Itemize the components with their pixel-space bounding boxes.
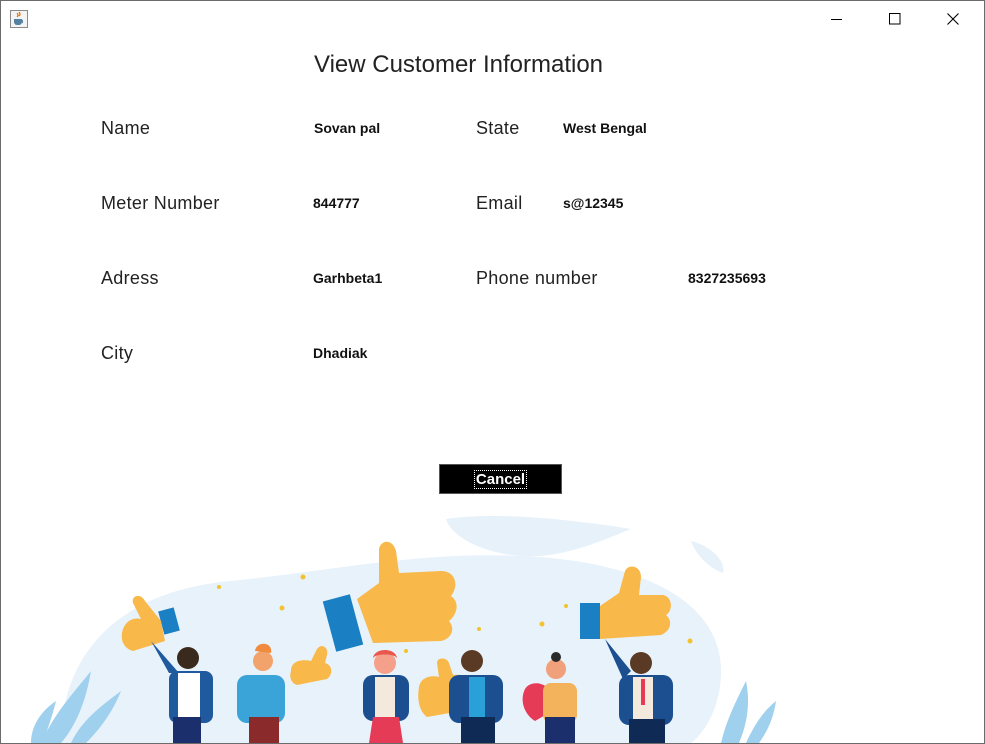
state-label: State <box>476 118 520 138</box>
cancel-button[interactable]: Cancel <box>439 464 562 494</box>
city-value: Dhadiak <box>313 345 368 361</box>
phone-number-label: Phone number <box>476 268 598 288</box>
java-cup-icon[interactable] <box>10 10 28 28</box>
customer-info-window: View Customer Information Name Sovan pal… <box>0 0 985 744</box>
meter-number-value: 844777 <box>313 195 360 211</box>
close-icon <box>947 13 959 25</box>
title-bar <box>1 1 984 37</box>
address-value: Garhbeta1 <box>313 270 383 286</box>
name-value: Sovan pal <box>314 120 381 136</box>
maximize-icon <box>889 13 901 25</box>
minimize-icon <box>831 19 842 20</box>
phone-number-value: 8327235693 <box>688 270 766 286</box>
city-label: City <box>101 343 134 363</box>
meter-number-label: Meter Number <box>101 193 220 213</box>
address-label: Adress <box>101 268 159 288</box>
name-label: Name <box>101 118 151 138</box>
maximize-button[interactable] <box>866 1 924 37</box>
minimize-button[interactable] <box>808 1 866 37</box>
cancel-button-label: Cancel <box>473 469 528 489</box>
state-value: West Bengal <box>563 120 647 136</box>
email-value: s@12345 <box>563 195 624 211</box>
thumbs-up-illustration <box>31 516 776 743</box>
email-label: Email <box>476 193 523 213</box>
page-title-text: View Customer Information <box>314 51 604 78</box>
close-button[interactable] <box>924 1 982 37</box>
